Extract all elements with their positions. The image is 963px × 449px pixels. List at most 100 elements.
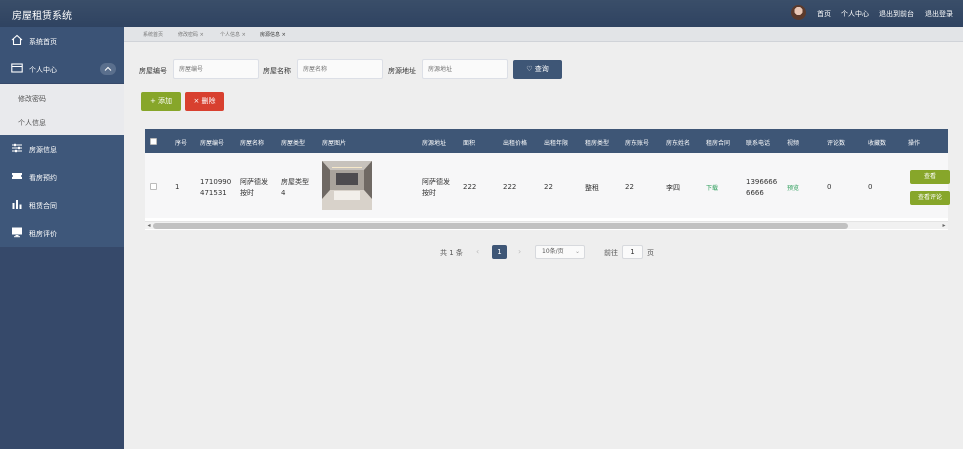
scroll-right-icon[interactable]: ▸ xyxy=(940,222,948,230)
column-header: 联系电话 xyxy=(746,140,771,147)
column-header: 评论数 xyxy=(827,140,846,147)
column-header: 视频 xyxy=(787,140,800,147)
page-unit-label: 页 xyxy=(647,249,654,257)
cell-landlord-account: 22 xyxy=(625,183,634,191)
page-number-current[interactable]: 1 xyxy=(492,245,507,259)
page-size-value: 10条/页 xyxy=(542,248,564,255)
house-name-input[interactable] xyxy=(297,59,383,79)
chevron-down-icon: ⌄ xyxy=(574,248,580,255)
chevron-up-icon xyxy=(104,66,112,71)
ticket-icon xyxy=(12,173,22,179)
cell-rent-type: 整租 xyxy=(585,184,599,192)
cell-house-name: 阿萨德发 按时 xyxy=(240,178,268,197)
column-header: 租房类型 xyxy=(585,140,610,147)
breadcrumb-tabs: 系统首页 修改密码 × 个人信息 × 房源信息 × xyxy=(124,27,963,42)
column-header: 出租年限 xyxy=(544,140,569,147)
column-header: 房屋类型 xyxy=(281,140,306,147)
sidebar-item-viewing-appointment[interactable]: 看房预约 xyxy=(0,163,124,191)
house-name-label: 房屋名称 xyxy=(263,67,291,75)
top-bar: 房屋租赁系统 首页 个人中心 退出到前台 退出登录 xyxy=(0,0,963,27)
cell-landlord-name: 李四 xyxy=(666,184,680,192)
table-header: 序号 房屋编号 房屋名称 房屋类型 房屋图片 房源地址 面积 出租价格 出租年限… xyxy=(145,129,948,153)
contract-download-link[interactable]: 下载 xyxy=(706,183,718,192)
page-size-select[interactable]: 10条/页 ⌄ xyxy=(535,245,585,259)
cell-phone: 1396666 6666 xyxy=(746,178,778,197)
nav-logout-link[interactable]: 退出登录 xyxy=(925,9,953,19)
nav-profile-link[interactable]: 个人中心 xyxy=(841,9,869,19)
collapse-toggle[interactable] xyxy=(100,63,116,75)
scroll-left-icon[interactable]: ◂ xyxy=(145,222,153,230)
column-header: 租房合同 xyxy=(706,140,731,147)
nav-frontend-link[interactable]: 退出到前台 xyxy=(879,9,914,19)
view-comments-button[interactable]: 查看评论 xyxy=(910,191,950,205)
sidebar-item-label: 房源信息 xyxy=(29,146,57,154)
sidebar-subitem-change-password[interactable]: 修改密码 xyxy=(18,94,46,104)
sidebar-item-house-info[interactable]: 房源信息 xyxy=(0,135,124,163)
house-code-input[interactable] xyxy=(173,59,259,79)
video-preview-link[interactable]: 预览 xyxy=(787,183,799,192)
id-card-icon xyxy=(11,63,23,73)
column-header: 房屋编号 xyxy=(200,140,225,147)
house-photo[interactable] xyxy=(322,161,372,210)
sidebar-item-label: 租赁合同 xyxy=(29,202,57,210)
sidebar-item-label: 租房评价 xyxy=(29,230,57,238)
cell-years: 22 xyxy=(544,183,553,191)
prev-page-icon[interactable]: ‹ xyxy=(476,247,479,256)
bar-chart-icon xyxy=(12,200,22,209)
home-icon xyxy=(11,34,23,46)
house-address-label: 房源地址 xyxy=(388,67,416,75)
sidebar-item-label: 看房预约 xyxy=(29,174,57,182)
sidebar-item-label: 个人中心 xyxy=(29,66,57,74)
sidebar-item-lease-contract[interactable]: 租赁合同 xyxy=(0,191,124,219)
table-row: 1 1710990471531 阿萨德发按时 房屋类型4 阿萨德发按时 xyxy=(145,153,950,218)
house-table: 序号 房屋编号 房屋名称 房屋类型 房屋图片 房源地址 面积 出租价格 出租年限… xyxy=(145,129,950,230)
tab-house-info[interactable]: 房源信息 × xyxy=(260,31,286,38)
add-button[interactable]: + 添加 xyxy=(141,92,181,111)
column-header: 出租价格 xyxy=(503,140,528,147)
column-header: 房东账号 xyxy=(625,140,650,147)
column-header: 房东姓名 xyxy=(666,140,691,147)
sidebar-item-rental-review[interactable]: 租房评价 xyxy=(0,219,124,247)
sidebar-item-home[interactable]: 系统首页 xyxy=(0,27,124,55)
sidebar-submenu: 修改密码 个人信息 xyxy=(0,84,124,135)
goto-page-input[interactable]: 1 xyxy=(622,245,643,259)
cell-favorites: 0 xyxy=(868,183,873,191)
cell-comments: 0 xyxy=(827,183,832,191)
tab-change-password[interactable]: 修改密码 × xyxy=(178,31,204,38)
view-button[interactable]: 查看 xyxy=(910,170,950,184)
delete-button[interactable]: × 删除 xyxy=(185,92,224,111)
pagination-total: 共 1 条 xyxy=(440,249,463,257)
search-button[interactable]: ♡ 查询 xyxy=(513,60,562,79)
cell-house-type: 房屋类型 4 xyxy=(281,178,309,197)
cell-area: 222 xyxy=(463,183,477,191)
tab-home[interactable]: 系统首页 xyxy=(143,31,163,38)
row-checkbox[interactable] xyxy=(150,183,157,190)
cell-house-address: 阿萨德发 按时 xyxy=(422,178,450,197)
horizontal-scrollbar[interactable]: ◂ ▸ xyxy=(145,221,948,229)
sidebar: 系统首页 个人中心 修改密码 个人信息 房源信息 看房预约 租赁合同 租房评价 xyxy=(0,27,124,449)
sidebar-item-personal-center[interactable]: 个人中心 xyxy=(0,55,124,83)
column-header: 房屋名称 xyxy=(240,140,265,147)
column-header: 操作 xyxy=(908,140,921,147)
column-header: 房屋图片 xyxy=(322,140,347,147)
sidebar-subitem-profile[interactable]: 个人信息 xyxy=(18,118,46,128)
nav-home-link[interactable]: 首页 xyxy=(817,9,831,19)
avatar[interactable] xyxy=(791,5,806,20)
cell-price: 222 xyxy=(503,183,517,191)
room-photo-graphic xyxy=(322,161,372,210)
monitor-icon xyxy=(12,227,22,238)
house-address-input[interactable] xyxy=(422,59,508,79)
column-header: 房源地址 xyxy=(422,140,447,147)
cell-index: 1 xyxy=(175,183,180,191)
scroll-thumb[interactable] xyxy=(153,223,848,229)
sidebar-item-label: 系统首页 xyxy=(29,38,57,46)
tab-profile[interactable]: 个人信息 × xyxy=(220,31,246,38)
column-header: 面积 xyxy=(463,140,476,147)
goto-label: 前往 xyxy=(604,249,618,257)
cell-house-code: 1710990 471531 xyxy=(200,178,232,197)
app-title: 房屋租赁系统 xyxy=(12,11,72,22)
sliders-icon xyxy=(12,143,22,153)
next-page-icon[interactable]: › xyxy=(518,247,521,256)
select-all-checkbox[interactable] xyxy=(150,138,157,145)
column-header: 收藏数 xyxy=(868,140,887,147)
